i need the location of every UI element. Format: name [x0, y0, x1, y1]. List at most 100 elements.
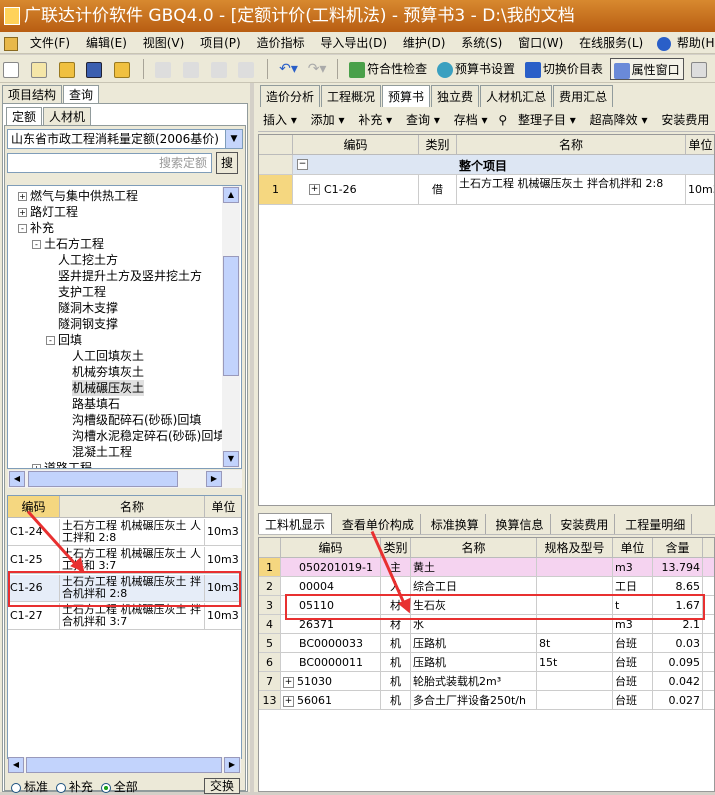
redo-button[interactable]: ↷▾	[305, 58, 330, 80]
row-number[interactable]: 5	[259, 634, 281, 653]
column-header-name[interactable]: 名称	[411, 538, 537, 558]
tree-vertical-scrollbar[interactable]: ▲ ▼	[222, 186, 240, 468]
insert-dropdown[interactable]: 插入 ▾	[258, 108, 302, 131]
resource-spec-cell[interactable]	[537, 691, 613, 710]
tab-query[interactable]: 查询	[63, 85, 100, 103]
tree-expander-icon[interactable]: +	[18, 192, 27, 201]
tree-expander-icon[interactable]: +	[18, 208, 27, 217]
column-header-spec[interactable]: 规格及型号	[537, 538, 613, 558]
tab-quantity-detail[interactable]: 工程量明细	[619, 514, 693, 534]
resource-code-cell[interactable]: 00004	[281, 577, 381, 596]
tab-unit-price-composition[interactable]: 查看单价构成	[336, 514, 421, 534]
resource-spec-cell[interactable]	[537, 596, 613, 615]
resource-unit-cell[interactable]: m3	[613, 615, 653, 634]
tree-leaf[interactable]: 沟槽水泥稳定碎石(砂砾)回填	[72, 428, 225, 444]
scroll-thumb[interactable]	[223, 256, 239, 376]
resource-name-cell[interactable]: 黄土	[411, 558, 537, 577]
row-number[interactable]: 1	[259, 558, 281, 577]
document-menu-icon[interactable]	[4, 36, 18, 51]
search-quota-input[interactable]: 搜索定额	[7, 153, 212, 173]
resource-extra-cell[interactable]	[703, 558, 714, 577]
new-template-button[interactable]	[28, 58, 52, 80]
row-number[interactable]: 4	[259, 615, 281, 634]
resource-code-cell[interactable]: 26371	[281, 615, 381, 634]
resource-extra-cell[interactable]	[703, 615, 714, 634]
new-file-button[interactable]	[0, 58, 24, 80]
column-header-name[interactable]: 名称	[60, 496, 205, 518]
column-header-unit[interactable]: 单位	[613, 538, 653, 558]
install-fee-button[interactable]: 安装费用	[656, 108, 714, 131]
resource-unit-cell[interactable]: 工日	[613, 577, 653, 596]
menu-file[interactable]: 文件(F)	[24, 32, 76, 53]
column-header-type[interactable]: 类别	[381, 538, 411, 558]
scroll-right-icon[interactable]: ▶	[224, 757, 240, 773]
resource-code-cell[interactable]: +51030	[281, 672, 381, 691]
tab-budget-book[interactable]: 预算书	[382, 85, 431, 107]
resource-extra-cell[interactable]	[703, 672, 714, 691]
tree-leaf[interactable]: 隧洞钢支撑	[58, 316, 118, 332]
table-row[interactable]: C1-27 土石方工程 机械碾压灰土 拌合机拌和 3:7 10m3	[8, 603, 241, 630]
expand-icon[interactable]: +	[283, 695, 294, 707]
column-header-unit[interactable]: 单位	[205, 496, 241, 518]
resource-code-cell[interactable]: 050201019-1	[281, 558, 381, 577]
resource-type-cell[interactable]: 主	[381, 558, 411, 577]
resource-type-cell[interactable]: 材	[381, 615, 411, 634]
copy-button[interactable]	[180, 58, 204, 80]
chevron-down-icon[interactable]: ▼	[225, 130, 242, 148]
query-dropdown[interactable]: 查询 ▾	[401, 108, 445, 131]
tree-expander-icon[interactable]: +	[32, 464, 41, 468]
menu-project[interactable]: 项目(P)	[194, 32, 247, 53]
resource-name-cell[interactable]: 水	[411, 615, 537, 634]
resource-extra-cell[interactable]	[703, 634, 714, 653]
add-dropdown[interactable]: 添加 ▾	[306, 108, 350, 131]
menu-import-export[interactable]: 导入导出(D)	[314, 32, 393, 53]
resource-qty-cell[interactable]: 0.042	[653, 672, 703, 691]
resource-name-cell[interactable]: 轮胎式装载机2m³	[411, 672, 537, 691]
menu-maintenance[interactable]: 维护(D)	[397, 32, 452, 53]
resource-type-cell[interactable]: 机	[381, 653, 411, 672]
undo-button[interactable]: ↶▾	[276, 58, 301, 80]
resource-spec-cell[interactable]	[537, 615, 613, 634]
tab-resource-display[interactable]: 工料机显示	[258, 513, 333, 534]
row-number[interactable]: 3	[259, 596, 281, 615]
tree-node[interactable]: + 燃气与集中供热工程	[18, 188, 138, 204]
menu-view[interactable]: 视图(V)	[137, 32, 191, 53]
resource-name-cell[interactable]: 压路机	[411, 653, 537, 672]
resource-code-cell[interactable]: BC0000033	[281, 634, 381, 653]
resource-name-cell[interactable]: 综合工日	[411, 577, 537, 596]
save-button[interactable]	[83, 58, 107, 80]
tree-leaf[interactable]: 支护工程	[58, 284, 106, 300]
resource-unit-cell[interactable]: 台班	[613, 634, 653, 653]
radio-all[interactable]	[100, 782, 111, 793]
quota-library-select[interactable]: 山东省市政工程消耗量定额(2006基价) ▼	[7, 129, 243, 149]
tree-node[interactable]: + 道路工程	[32, 460, 92, 468]
tree-leaf-selected[interactable]: 机械碾压灰土	[72, 380, 145, 396]
tab-independent-fee[interactable]: 独立费	[431, 85, 480, 107]
resource-extra-cell[interactable]	[703, 577, 714, 596]
tree-leaf[interactable]: 隧洞木支撑	[58, 300, 118, 316]
tree-leaf[interactable]: 竖井提升土方及竖井挖土方	[58, 268, 202, 284]
row-number[interactable]: 2	[259, 577, 281, 596]
tab-install-fee[interactable]: 安装费用	[554, 514, 616, 534]
tree-expander-icon[interactable]: -	[46, 336, 55, 345]
resource-type-cell[interactable]: 材	[381, 596, 411, 615]
row-number[interactable]: 7	[259, 672, 281, 691]
scroll-right-icon[interactable]: ▶	[206, 471, 222, 487]
paste-button[interactable]	[208, 58, 232, 80]
table-row-selected[interactable]: C1-26 土石方工程 机械碾压灰土 拌合机拌和 2:8 10m3	[8, 575, 241, 602]
row-number[interactable]: 6	[259, 653, 281, 672]
resource-qty-cell[interactable]: 2.1	[653, 615, 703, 634]
group-row[interactable]: − 整个项目	[293, 155, 714, 175]
search-button[interactable]: 搜	[216, 152, 238, 174]
tab-resource-summary[interactable]: 人材机汇总	[480, 85, 553, 107]
organize-items-dropdown[interactable]: 整理子目 ▾	[513, 108, 581, 131]
compliance-check-button[interactable]: 符合性检查	[346, 58, 430, 80]
cut-button[interactable]	[152, 58, 176, 80]
collapse-icon[interactable]: −	[297, 159, 308, 170]
menu-online-service[interactable]: 在线服务(L)	[573, 32, 649, 53]
resource-type-cell[interactable]: 机	[381, 634, 411, 653]
tree-leaf[interactable]: 混凝土工程	[72, 444, 132, 460]
tree-node[interactable]: + 路灯工程	[18, 204, 78, 220]
tab-fee-summary[interactable]: 费用汇总	[553, 85, 614, 107]
scroll-down-icon[interactable]: ▼	[223, 451, 239, 467]
